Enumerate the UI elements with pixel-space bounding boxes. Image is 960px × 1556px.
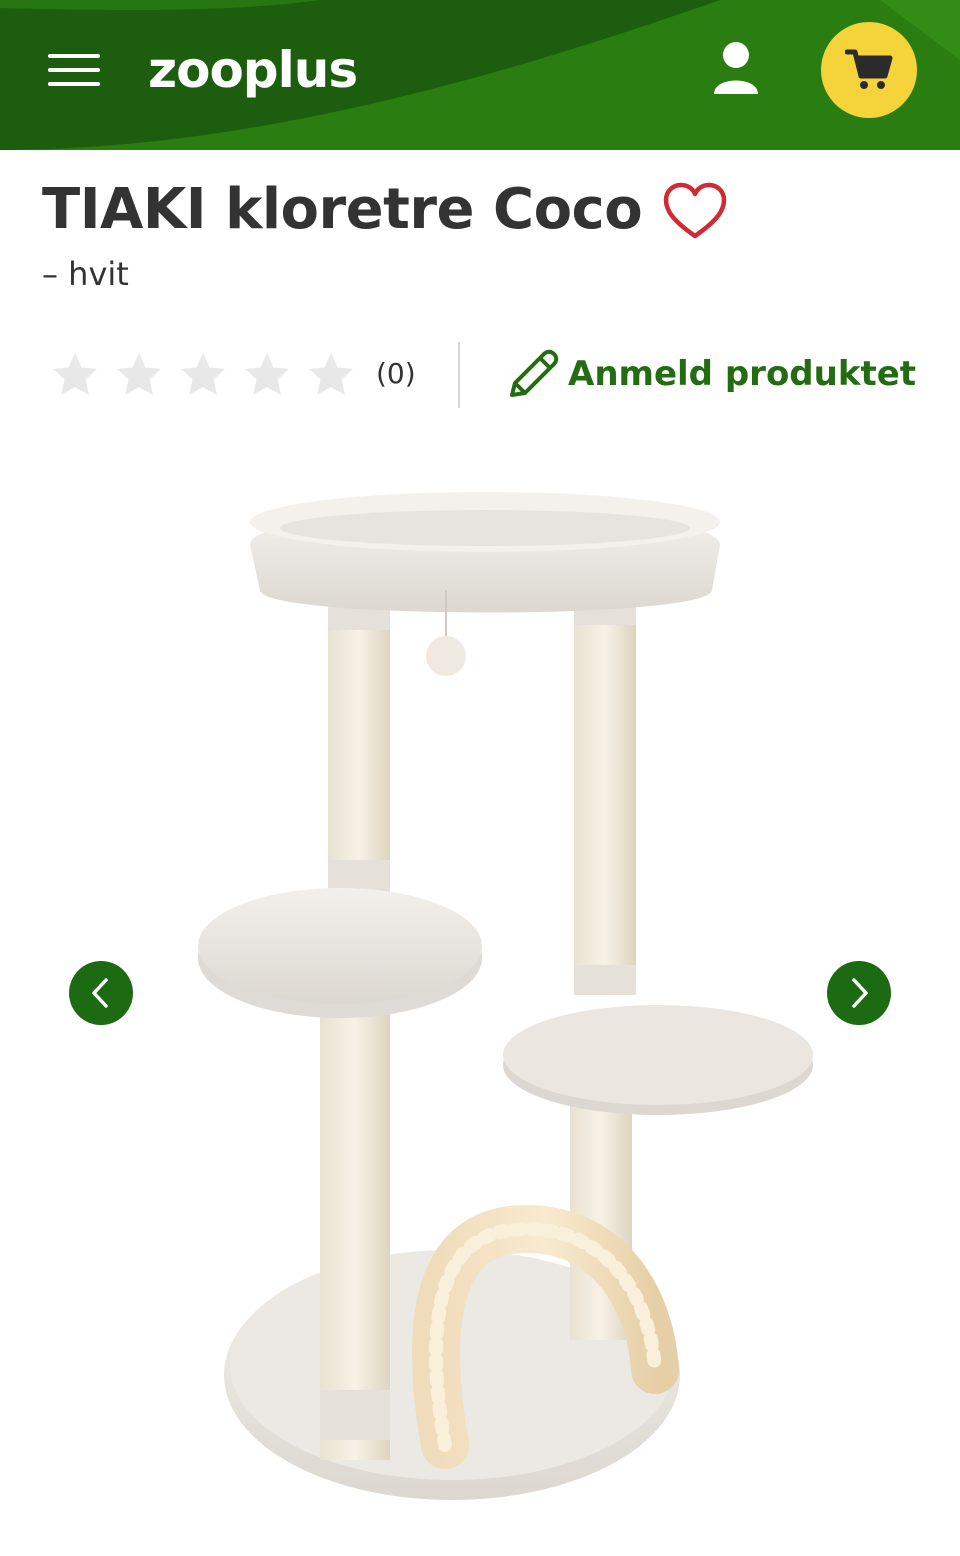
heart-icon (663, 182, 727, 239)
product-variant: – hvit (42, 255, 129, 293)
gallery-next-button[interactable] (827, 961, 891, 1025)
cart-icon (845, 49, 893, 89)
brand-logo[interactable]: zooplus (148, 34, 358, 106)
user-icon (714, 42, 758, 94)
star-icon (181, 353, 225, 395)
favorite-button[interactable] (660, 180, 730, 242)
account-button[interactable] (706, 38, 766, 100)
product-image[interactable] (180, 470, 900, 1550)
star-icon (309, 353, 353, 395)
chevron-left-icon (92, 978, 108, 1008)
divider (458, 342, 460, 408)
cart-button[interactable] (821, 22, 917, 118)
rating-count[interactable]: (0) (376, 352, 416, 396)
menu-button[interactable] (46, 50, 102, 90)
header-background (0, 0, 960, 150)
menu-icon (48, 54, 100, 58)
write-review-link[interactable]: Anmeld produktet (504, 344, 916, 404)
pencil-icon (510, 349, 559, 397)
write-review-label: Anmeld produktet (568, 354, 917, 394)
star-icon (53, 353, 97, 395)
top-header: zooplus (0, 0, 960, 150)
rating-stars[interactable] (50, 350, 370, 400)
product-gallery[interactable] (0, 440, 960, 1556)
star-icon (245, 353, 289, 395)
product-title: TIAKI kloretre Coco (42, 177, 643, 242)
chevron-right-icon (852, 978, 868, 1008)
star-icon (117, 353, 161, 395)
gallery-prev-button[interactable] (69, 961, 133, 1025)
